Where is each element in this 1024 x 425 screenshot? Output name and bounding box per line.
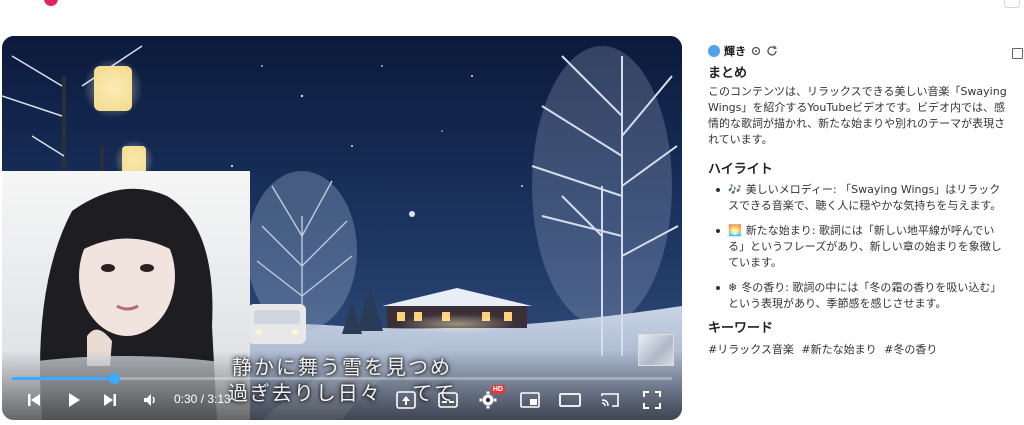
- keywords-row: #リラックス音楽 #新たな始まり #冬の香り: [708, 341, 1008, 357]
- theater-mode-button[interactable]: [556, 386, 584, 414]
- miniplayer-share-button[interactable]: [392, 386, 420, 414]
- top-strip: [0, 0, 1024, 8]
- summary-heading: まとめ: [708, 66, 748, 81]
- volume-icon: [144, 394, 155, 406]
- video-player[interactable]: 静かに舞う雪を見つめ 過ぎ去りし日々 てて 0:30 / 3:13 HD: [2, 36, 682, 420]
- subtitles-icon: [438, 392, 458, 408]
- channel-watermark[interactable]: [638, 334, 674, 366]
- previous-button[interactable]: [20, 386, 48, 414]
- refresh-icon[interactable]: [766, 45, 778, 57]
- duration: 3:13: [207, 392, 231, 406]
- fullscreen-icon: [643, 391, 661, 409]
- highlight-item: ❄ 冬の香り: 歌詞の中には「冬の霜の香りを吸い込む」という表現があり、季節感を感…: [716, 280, 1008, 312]
- settings-button[interactable]: HD: [474, 385, 505, 414]
- cast-icon: [601, 393, 619, 407]
- miniplayer-share-icon: [396, 391, 416, 409]
- highlights-heading: ハイライト: [708, 162, 773, 177]
- highlights-list: 🎶 美しいメロディー: 「Swaying Wings」はリラックスできる音楽で、聴…: [708, 182, 1008, 312]
- snowflake-icon: ❄: [728, 281, 738, 294]
- keyword-tag[interactable]: #リラックス音楽: [708, 343, 794, 356]
- keywords-heading: キーワード: [708, 321, 774, 336]
- brand-logo-icon: [708, 45, 720, 57]
- play-button[interactable]: [60, 386, 88, 414]
- highlight-text: 新たな始まり: 歌詞には「新しい地平線が呼んでいる」というフレーズがあり、新しい…: [728, 224, 1002, 269]
- highlight-text: 冬の香り: 歌詞の中には「冬の霜の香りを吸い込む」という表現があり、季節感を感じ…: [728, 281, 1002, 310]
- play-icon: [69, 393, 80, 407]
- settings-gear-icon[interactable]: [750, 45, 762, 57]
- mute-button[interactable]: [136, 386, 164, 414]
- time-display: 0:30 / 3:13: [174, 392, 231, 406]
- next-icon: [104, 394, 116, 406]
- current-time: 0:30: [174, 392, 198, 406]
- music-notes-icon: 🎶: [728, 183, 742, 196]
- miniplayer-icon: [520, 392, 540, 408]
- highlight-item: 🌅 新たな始まり: 歌詞には「新しい地平線が呼んでいる」というフレーズがあり、新し…: [716, 223, 1008, 271]
- hd-badge: HD: [490, 385, 505, 394]
- highlight-item: 🎶 美しいメロディー: 「Swaying Wings」はリラックスできる音楽で、聴…: [716, 182, 1008, 214]
- copy-icon[interactable]: [1012, 48, 1023, 59]
- panel-header: 輝き: [708, 42, 1008, 60]
- summary-panel: 輝き まとめ このコンテンツは、リラックスできる美しい音楽「Swaying Wi…: [708, 42, 1008, 357]
- subtitles-button[interactable]: [434, 386, 462, 414]
- extension-icon[interactable]: [1004, 0, 1020, 8]
- sunrise-icon: 🌅: [728, 224, 742, 237]
- summary-text: このコンテンツは、リラックスできる美しい音楽「Swaying Wings」を紹介…: [708, 85, 1007, 146]
- keyword-tag[interactable]: #冬の香り: [884, 343, 937, 356]
- player-controls: 0:30 / 3:13 HD: [2, 380, 682, 420]
- next-button[interactable]: [96, 386, 124, 414]
- brand-name: 輝き: [724, 45, 746, 58]
- keyword-tag[interactable]: #新たな始まり: [801, 343, 876, 356]
- miniplayer-button[interactable]: [516, 386, 544, 414]
- previous-icon: [28, 394, 40, 406]
- fullscreen-button[interactable]: [638, 386, 666, 414]
- highlight-text: 美しいメロディー: 「Swaying Wings」はリラックスできる音楽で、聴く…: [728, 183, 1002, 212]
- cast-button[interactable]: [596, 386, 624, 414]
- theater-icon: [559, 393, 581, 407]
- app-logo-icon[interactable]: [44, 0, 58, 6]
